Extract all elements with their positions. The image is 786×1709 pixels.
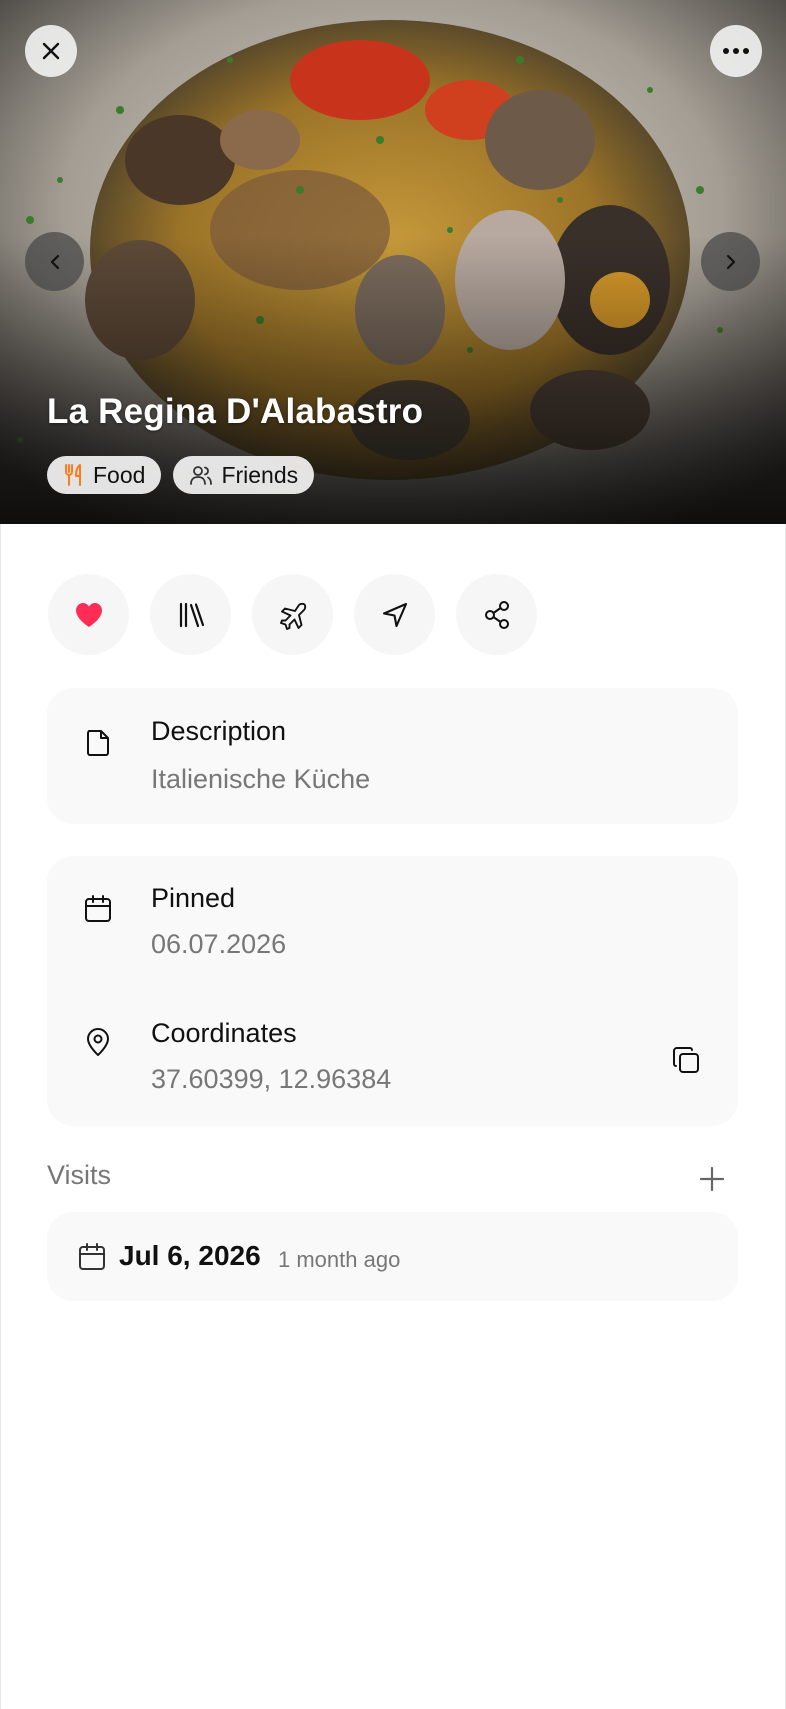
add-visit-button[interactable] — [690, 1157, 734, 1201]
tag-food[interactable]: Food — [47, 456, 162, 494]
visit-date: Jul 6, 2026 — [119, 1240, 261, 1271]
tag-friends[interactable]: Friends — [173, 456, 315, 494]
share-icon — [484, 600, 509, 629]
favorite-button[interactable] — [48, 574, 129, 655]
coordinates-label: Coordinates — [151, 1018, 297, 1048]
close-button[interactable] — [25, 25, 77, 77]
visit-item[interactable]: Jul 6, 2026 1 month ago — [47, 1212, 738, 1301]
navigation-arrow-icon — [382, 602, 407, 627]
hero-photo: La Regina D'Alabastro Food Friends — [0, 0, 786, 524]
visits-heading: Visits — [47, 1160, 112, 1190]
close-icon — [42, 42, 60, 60]
calendar-icon — [85, 895, 111, 922]
heart-icon — [75, 602, 102, 627]
tag-label: Friends — [221, 461, 299, 488]
previous-photo-button[interactable] — [25, 232, 84, 291]
next-photo-button[interactable] — [701, 232, 760, 291]
tag-label: Food — [93, 461, 146, 488]
description-card: Description Italienische Küche — [47, 688, 738, 824]
file-icon — [87, 730, 109, 756]
copy-coordinates-button[interactable] — [664, 1038, 708, 1082]
info-card: Pinned 06.07.2026 Coordinates 37.60399, … — [47, 856, 738, 1126]
visit-relative-time: 1 month ago — [278, 1247, 401, 1272]
fork-knife-icon — [65, 464, 81, 486]
description-label: Description — [151, 716, 287, 746]
description-value: Italienische Küche — [151, 764, 371, 794]
share-button[interactable] — [456, 574, 537, 655]
place-title: La Regina D'Alabastro — [47, 392, 424, 431]
navigate-button[interactable] — [354, 574, 435, 655]
left-border — [0, 524, 1, 1709]
pinned-value: 06.07.2026 — [151, 929, 287, 959]
action-row — [48, 574, 537, 655]
hero-gradient — [0, 0, 786, 524]
plane-icon — [279, 602, 306, 630]
more-horizontal-icon — [723, 48, 749, 54]
chevron-right-icon — [726, 254, 735, 269]
users-icon — [190, 466, 213, 485]
coordinates-value: 37.60399, 12.96384 — [151, 1064, 392, 1094]
collections-button[interactable] — [150, 574, 231, 655]
pinned-label: Pinned — [151, 883, 236, 913]
copy-icon — [673, 1047, 699, 1073]
library-icon — [179, 602, 204, 627]
chevron-left-icon — [50, 254, 59, 269]
tag-list: Food Friends — [47, 456, 315, 494]
calendar-icon — [79, 1243, 105, 1270]
trip-button[interactable] — [252, 574, 333, 655]
plus-icon — [699, 1166, 725, 1192]
more-options-button[interactable] — [710, 25, 762, 77]
map-pin-icon — [87, 1028, 109, 1056]
